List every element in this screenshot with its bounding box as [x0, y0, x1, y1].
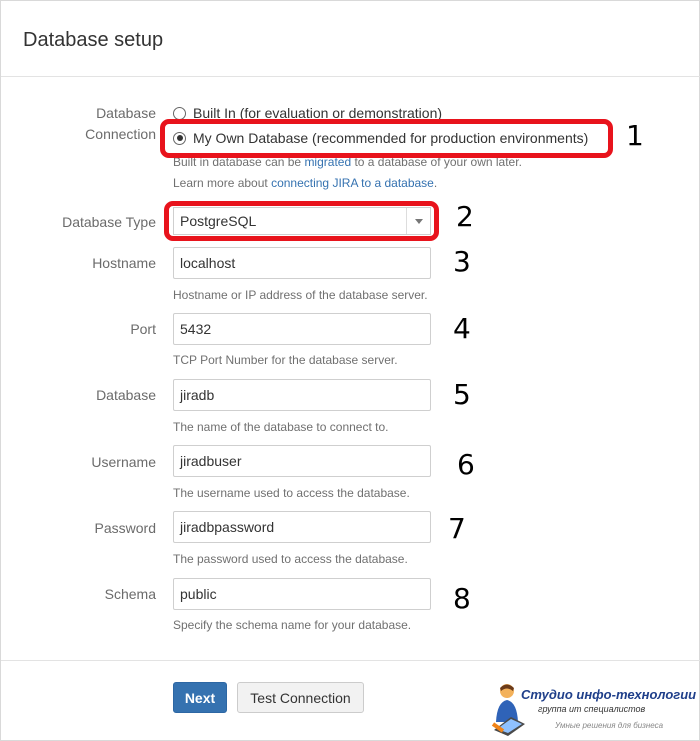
database-help: The name of the database to connect to.: [173, 420, 389, 434]
radio-built-in[interactable]: Built In (for evaluation or demonstratio…: [173, 103, 442, 123]
hostname-input[interactable]: localhost: [173, 247, 431, 279]
connecting-jira-link[interactable]: connecting JIRA to a database: [271, 176, 434, 190]
connection-help-text: Built in database can be: [173, 155, 305, 169]
migrated-link[interactable]: migrated: [304, 155, 351, 169]
schema-help: Specify the schema name for your databas…: [173, 618, 412, 632]
dropdown-button[interactable]: [406, 208, 430, 234]
test-connection-button[interactable]: Test Connection: [237, 682, 364, 713]
watermark-subtitle: группа ит специалистов: [538, 704, 646, 714]
database-type-value: PostgreSQL: [180, 213, 257, 229]
radio-icon[interactable]: [173, 106, 186, 120]
connection-help-line1: Built in database can be migrated to a d…: [173, 154, 522, 170]
username-help: The username used to access the database…: [173, 486, 410, 500]
annotation-number: 2: [456, 200, 474, 233]
database-type-label: Database Type: [62, 214, 156, 230]
radio-checked-icon[interactable]: [173, 131, 186, 145]
username-label: Username: [91, 454, 156, 470]
radio-own-database-label: My Own Database (recommended for product…: [193, 130, 589, 146]
annotation-number: 4: [453, 312, 471, 345]
radio-built-in-label: Built In (for evaluation or demonstratio…: [193, 105, 443, 121]
radio-own-database[interactable]: My Own Database (recommended for product…: [173, 128, 588, 148]
port-help: TCP Port Number for the database server.: [173, 353, 398, 367]
connection-label-line1: Database: [96, 105, 156, 121]
learn-more-end: .: [433, 176, 438, 190]
hostname-label: Hostname: [92, 255, 156, 271]
chevron-down-icon: [414, 218, 423, 224]
annotation-number: 5: [453, 378, 471, 411]
database-setup-panel: Database setup Database Connection Built…: [0, 0, 700, 741]
header-divider: [1, 76, 700, 77]
connection-help-line2: Learn more about connecting JIRA to a da…: [173, 175, 437, 191]
annotation-number: 1: [626, 119, 644, 152]
annotation-number: 8: [453, 582, 471, 615]
password-help: The password used to access the database…: [173, 552, 408, 566]
schema-input[interactable]: public: [173, 578, 431, 610]
next-button[interactable]: Next: [173, 682, 227, 713]
password-label: Password: [94, 520, 156, 536]
connection-label-line2: Connection: [85, 126, 156, 142]
connection-help-text-end: to a database of your own later.: [351, 155, 522, 169]
port-input[interactable]: 5432: [173, 313, 431, 345]
studio-logo: Студио инфо-технологии группа ит специал…: [491, 680, 700, 738]
footer-divider: [1, 660, 700, 661]
database-type-select[interactable]: PostgreSQL: [173, 207, 431, 235]
username-input[interactable]: jiradbuser: [173, 445, 431, 477]
annotation-number: 7: [448, 512, 466, 545]
annotation-number: 3: [453, 245, 471, 278]
page-title: Database setup: [23, 29, 164, 51]
annotation-number: 6: [457, 448, 475, 481]
database-label: Database: [96, 387, 156, 403]
port-label: Port: [130, 321, 156, 337]
learn-more-text: Learn more about: [173, 176, 272, 190]
watermark-title: Студио инфо-технологии: [521, 687, 697, 702]
watermark-tagline: Умные решения для бизнеса: [555, 721, 664, 730]
hostname-help: Hostname or IP address of the database s…: [173, 288, 428, 302]
password-input[interactable]: jiradbpassword: [173, 511, 431, 543]
schema-label: Schema: [104, 586, 156, 602]
database-input[interactable]: jiradb: [173, 379, 431, 411]
